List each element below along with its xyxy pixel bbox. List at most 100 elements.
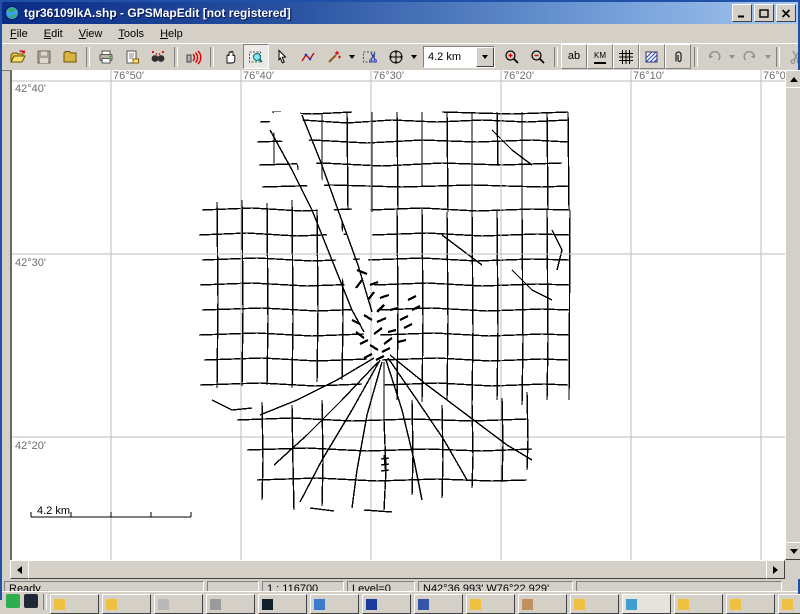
taskbar-button-8[interactable] bbox=[466, 594, 515, 614]
zoom-in-button[interactable] bbox=[499, 44, 525, 69]
taskbar-button-0[interactable] bbox=[50, 594, 99, 614]
units-toggle[interactable]: km bbox=[587, 44, 613, 69]
taskbar-button-2[interactable] bbox=[154, 594, 203, 614]
grid-toggle[interactable] bbox=[613, 44, 639, 69]
print-button[interactable] bbox=[93, 44, 119, 69]
vertical-scrollbar[interactable] bbox=[785, 70, 800, 560]
road-segment bbox=[370, 208, 570, 211]
zoom-out-button[interactable] bbox=[525, 44, 551, 69]
taskbar-button-icon bbox=[626, 599, 637, 610]
edit-nodes-tool-button[interactable] bbox=[295, 44, 321, 69]
taskbar-button-14[interactable] bbox=[778, 594, 800, 614]
menu-item-edit[interactable]: Edit bbox=[36, 26, 71, 42]
longitude-label: 76°20' bbox=[503, 70, 534, 82]
road-segment bbox=[447, 112, 448, 212]
minimize-button[interactable] bbox=[732, 4, 752, 22]
menu-item-file[interactable]: File bbox=[2, 26, 36, 42]
find-button[interactable] bbox=[145, 44, 171, 69]
menu-item-tools[interactable]: Tools bbox=[110, 26, 152, 42]
save-button[interactable] bbox=[31, 44, 57, 69]
road-segment bbox=[408, 296, 416, 300]
open-folder-button[interactable] bbox=[57, 44, 83, 69]
zoom-select-tool-button[interactable] bbox=[243, 44, 269, 69]
undo-button-dropdown-icon[interactable] bbox=[727, 45, 737, 68]
road-segment bbox=[442, 112, 568, 114]
taskbar-button-11[interactable] bbox=[622, 594, 671, 614]
taskbar-button-13[interactable] bbox=[726, 594, 775, 614]
toolbar-separator bbox=[554, 47, 558, 67]
taskbar-button-5[interactable] bbox=[310, 594, 359, 614]
taskbar-button-12[interactable] bbox=[674, 594, 723, 614]
taskbar-button-4[interactable] bbox=[258, 594, 307, 614]
map-canvas: 76°50'76°40'76°30'76°20'76°10'76°0'42°40… bbox=[12, 70, 787, 560]
taskbar-button-9[interactable] bbox=[518, 594, 567, 614]
pan-tool-icon bbox=[222, 49, 238, 65]
horizontal-scroll-thumb[interactable] bbox=[28, 560, 767, 579]
labels-toggle[interactable]: ab bbox=[561, 44, 587, 69]
road-segment bbox=[360, 340, 368, 344]
quick-launch-icon[interactable] bbox=[6, 594, 20, 608]
properties-button[interactable] bbox=[119, 44, 145, 69]
road-segment bbox=[257, 478, 527, 481]
open-map-button[interactable] bbox=[5, 44, 31, 69]
zoom-scale-combo[interactable]: 4.2 km bbox=[423, 46, 495, 68]
undo-button[interactable] bbox=[701, 44, 727, 69]
road-segment bbox=[200, 283, 362, 286]
scroll-right-button[interactable] bbox=[766, 560, 785, 579]
road-segment bbox=[372, 233, 570, 236]
scroll-down-button[interactable] bbox=[785, 542, 800, 560]
road-segment bbox=[497, 112, 498, 166]
attachments-icon bbox=[670, 49, 686, 65]
move-rotate-tool-button[interactable] bbox=[383, 44, 409, 69]
road-segment bbox=[412, 400, 413, 495]
magic-wand-tool-button[interactable] bbox=[321, 44, 347, 69]
road-segment bbox=[442, 405, 443, 498]
menu-item-help[interactable]: Help bbox=[152, 26, 191, 42]
magic-wand-tool-button-dropdown-icon[interactable] bbox=[347, 45, 357, 68]
road-segment bbox=[502, 398, 503, 482]
map-viewport[interactable]: 76°50'76°40'76°30'76°20'76°10'76°0'42°40… bbox=[10, 70, 787, 560]
scroll-up-button[interactable] bbox=[785, 70, 800, 88]
taskbar-button-7[interactable] bbox=[414, 594, 463, 614]
toolbar-separator bbox=[694, 47, 698, 67]
redo-button-dropdown-icon[interactable] bbox=[763, 45, 773, 68]
trim-tool-icon bbox=[362, 49, 378, 65]
pointer-tool-button[interactable] bbox=[269, 44, 295, 69]
taskbar-button-10[interactable] bbox=[570, 594, 619, 614]
menu-item-view[interactable]: View bbox=[71, 26, 111, 42]
toolbar-separator bbox=[776, 47, 780, 67]
title-bar[interactable]: tgr36109lkA.shp - GPSMapEdit [not regist… bbox=[2, 2, 798, 24]
taskbar-button-6[interactable] bbox=[362, 594, 411, 614]
trim-tool-button[interactable] bbox=[357, 44, 383, 69]
scrollbar-corner bbox=[785, 560, 800, 579]
labels-toggle-label: ab bbox=[568, 51, 580, 62]
toolbar: 4.2 km abkm bbox=[2, 43, 798, 71]
cut-button[interactable] bbox=[783, 44, 798, 69]
move-rotate-tool-button-dropdown-icon[interactable] bbox=[409, 45, 419, 68]
zoom-out-icon bbox=[530, 49, 546, 65]
pan-tool-button[interactable] bbox=[217, 44, 243, 69]
upload-gps-button[interactable] bbox=[181, 44, 207, 69]
quick-launch-icon[interactable] bbox=[24, 594, 38, 608]
road-segment bbox=[217, 202, 218, 388]
scroll-left-button[interactable] bbox=[10, 560, 29, 579]
taskbar-button-1[interactable] bbox=[102, 594, 151, 614]
road-segment bbox=[381, 458, 389, 459]
road-segment bbox=[310, 508, 334, 511]
scalebar-label: 4.2 km bbox=[37, 505, 70, 517]
maximize-button[interactable] bbox=[754, 4, 774, 22]
attachments-toggle[interactable] bbox=[665, 44, 691, 69]
taskbar-button-icon bbox=[574, 599, 585, 610]
toolbar-separator bbox=[86, 47, 90, 67]
vertical-scroll-thumb[interactable] bbox=[785, 87, 800, 543]
zoom-scale-dropdown-icon[interactable] bbox=[476, 47, 494, 67]
road-segment bbox=[547, 210, 548, 400]
latitude-label: 42°30' bbox=[15, 257, 46, 269]
road-segment bbox=[384, 362, 386, 510]
horizontal-scrollbar[interactable] bbox=[10, 560, 785, 579]
redo-button[interactable] bbox=[737, 44, 763, 69]
taskbar-button-icon bbox=[730, 599, 741, 610]
taskbar-button-3[interactable] bbox=[206, 594, 255, 614]
hatch-toggle[interactable] bbox=[639, 44, 665, 69]
close-button[interactable] bbox=[776, 4, 796, 22]
